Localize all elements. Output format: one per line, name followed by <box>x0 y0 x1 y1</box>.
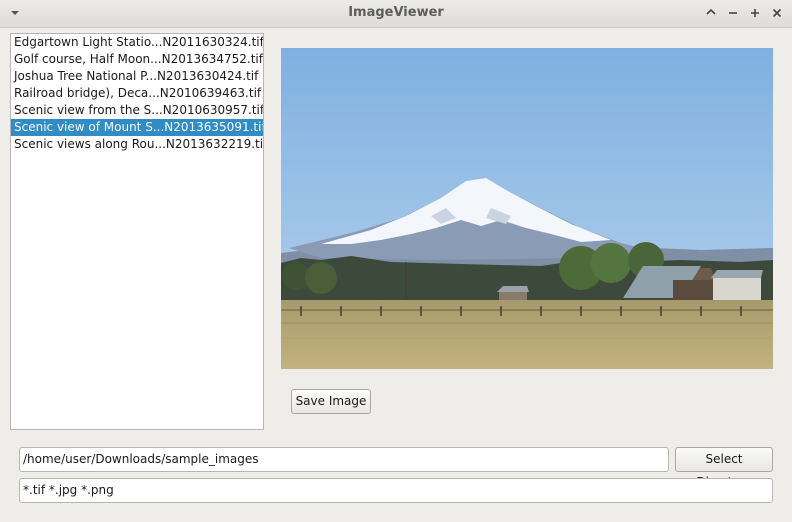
file-list-item[interactable]: Railroad bridge), Deca...N2010639463.tif <box>11 85 263 102</box>
maximize-icon[interactable] <box>746 4 764 22</box>
file-list-item[interactable]: Scenic view from the S...N2010630957.tif <box>11 102 263 119</box>
keep-above-icon[interactable] <box>702 4 720 22</box>
close-icon[interactable] <box>768 4 786 22</box>
imageviewer-window: ImageViewer Edgartown Light Statio...N20… <box>0 0 792 522</box>
file-filter-input[interactable]: *.tif *.jpg *.png <box>19 478 773 503</box>
landscape-image <box>281 48 773 369</box>
file-list-item[interactable]: Edgartown Light Statio...N2011630324.tif <box>11 34 263 51</box>
minimize-icon[interactable] <box>724 4 742 22</box>
directory-path-input[interactable]: /home/user/Downloads/sample_images <box>19 447 669 472</box>
select-directory-button[interactable]: Select Directory <box>675 447 773 489</box>
file-list[interactable]: Edgartown Light Statio...N2011630324.tif… <box>10 33 264 430</box>
window-title: ImageViewer <box>348 5 444 20</box>
title-bar[interactable]: ImageViewer <box>0 0 792 28</box>
save-image-button[interactable]: Save Image <box>291 389 371 414</box>
file-list-item[interactable]: Golf course, Half Moon...N2013634752.tif <box>11 51 263 68</box>
file-list-item-selected[interactable]: Scenic view of Mount S...N2013635091.tif <box>11 119 263 136</box>
file-list-item[interactable]: Joshua Tree National P...N2013630424.tif <box>11 68 263 85</box>
file-list-item[interactable]: Scenic views along Rou...N2013632219.tif <box>11 136 263 153</box>
image-preview <box>281 48 773 369</box>
